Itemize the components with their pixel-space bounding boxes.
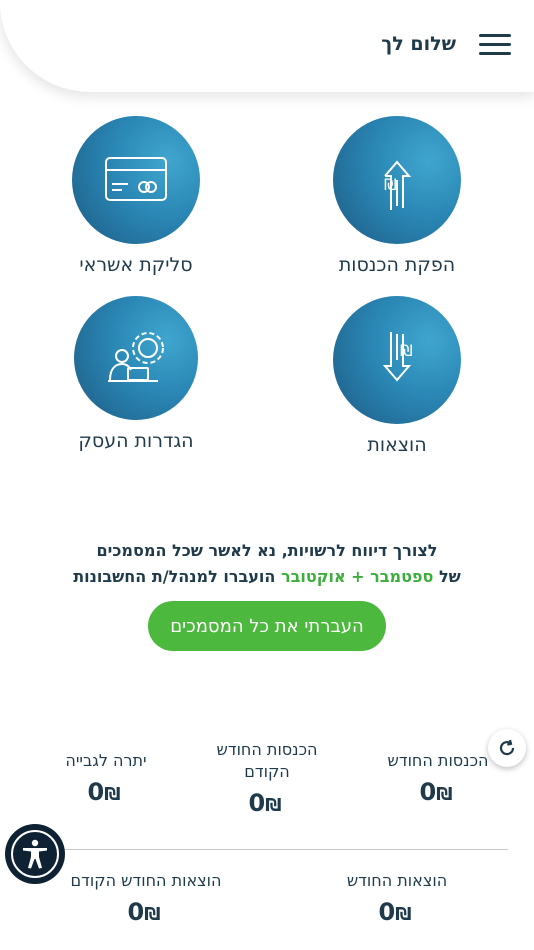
tile-income[interactable]: ₪ הפקת הכנסות <box>333 116 461 276</box>
arrow-down-shekel-icon: ₪ <box>333 296 461 424</box>
stat-value: 0₪ <box>248 789 282 817</box>
tile-business-settings[interactable]: הגדרות העסק <box>72 296 200 452</box>
tile-expenses-label: הוצאות <box>367 434 427 456</box>
tile-income-label: הפקת הכנסות <box>338 254 456 276</box>
stat-title: הוצאות החודש הקודם <box>70 871 222 890</box>
divider <box>25 849 508 850</box>
menu-icon[interactable] <box>479 34 511 56</box>
svg-text:₪: ₪ <box>400 341 413 360</box>
documents-transferred-button[interactable]: העברתי את כל המסמכים <box>148 601 386 651</box>
notice-prefix: של <box>438 567 461 586</box>
stat-value: 0₪ <box>87 778 121 806</box>
svg-text:₪: ₪ <box>384 175 397 194</box>
stat-expenses-month: הוצאות החודש 0₪ <box>327 870 467 926</box>
tile-expenses[interactable]: ₪ הוצאות <box>333 296 461 456</box>
notice-line-2: של ספטמבר + אוקטובר הועברו למנהל/ת החשבו… <box>0 564 534 590</box>
reporting-notice: לצורך דיווח לרשויות, נא לאשר שכל המסמכים… <box>0 538 534 590</box>
stat-title: הכנסות החודש <box>387 751 489 770</box>
stat-value: 0₪ <box>127 898 161 926</box>
stat-income-month: הכנסות החודש 0₪ <box>378 750 498 806</box>
stat-value: 0₪ <box>419 778 453 806</box>
stat-title: הכנסות החודש הקודם <box>216 740 318 781</box>
refresh-icon <box>499 739 515 756</box>
stat-balance-to-collect: יתרה לגבייה 0₪ <box>46 750 166 806</box>
accessibility-button[interactable] <box>5 824 65 884</box>
notice-suffix: הועברו למנהל/ת החשבונות <box>73 567 276 586</box>
stat-value: 0₪ <box>378 898 412 926</box>
stat-income-prev-month: הכנסות החודש הקודם 0₪ <box>202 739 332 817</box>
business-settings-icon <box>74 296 198 420</box>
stat-title: הוצאות החודש <box>346 871 448 890</box>
notice-line-1: לצורך דיווח לרשויות, נא לאשר שכל המסמכים <box>96 541 438 560</box>
stat-expenses-prev-month: הוצאות החודש הקודם 0₪ <box>56 870 236 926</box>
stat-title: יתרה לגבייה <box>65 751 147 770</box>
tile-credit-label: סליקת אשראי <box>79 254 193 276</box>
credit-card-icon <box>72 116 200 244</box>
tile-settings-label: הגדרות העסק <box>78 430 194 452</box>
notice-months: ספטמבר + אוקטובר <box>280 567 434 586</box>
arrow-up-shekel-icon: ₪ <box>333 116 461 244</box>
greeting-text: שלום לך <box>381 33 456 55</box>
accessibility-icon <box>11 830 59 878</box>
tile-credit-clearing[interactable]: סליקת אשראי <box>72 116 200 276</box>
